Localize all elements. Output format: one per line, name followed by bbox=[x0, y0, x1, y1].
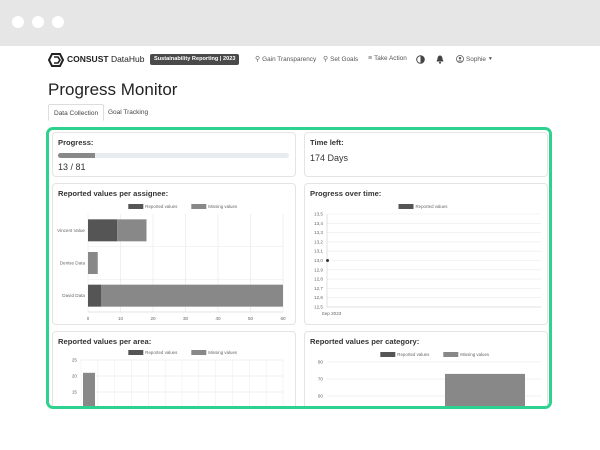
legend-swatch bbox=[128, 350, 144, 355]
y-tick-label: David Data bbox=[62, 293, 85, 298]
y-tick-label: 15 bbox=[72, 390, 78, 395]
list-icon: ≡ bbox=[368, 55, 373, 62]
y-tick-label: 12,9 bbox=[314, 267, 323, 272]
caret-down-icon: ▼ bbox=[487, 56, 493, 62]
x-tick-label: 60 bbox=[280, 316, 286, 321]
x-tick-label: 20 bbox=[150, 316, 156, 321]
legend-label: Reported values bbox=[145, 204, 178, 209]
browser-title-bar bbox=[0, 0, 600, 46]
legend-label: Reported values bbox=[416, 204, 449, 209]
bar-segment bbox=[117, 219, 147, 242]
legend-swatch bbox=[191, 350, 207, 355]
y-tick-label: 12,6 bbox=[314, 295, 323, 300]
trophy-icon: ⚲ bbox=[323, 56, 329, 63]
time-left-title: Time left: bbox=[310, 138, 344, 147]
x-tick-label: 10 bbox=[118, 316, 124, 321]
per-assignee-chart: Reported values Missing values 0 10 20 30 40 50… bbox=[57, 204, 286, 321]
y-tick-label: 25 bbox=[72, 358, 78, 363]
y-tick-label: 12,8 bbox=[314, 277, 323, 282]
x-tick-label: 0 bbox=[87, 316, 90, 321]
bell-icon[interactable] bbox=[436, 55, 444, 64]
y-tick-label: Vincent Value bbox=[57, 228, 85, 233]
brand-name[interactable]: CONSUST DataHub bbox=[67, 54, 145, 64]
time-left-card: Time left: 174 Days bbox=[304, 132, 548, 177]
y-tick-label: 13,3 bbox=[314, 230, 323, 235]
y-tick-label: 13,2 bbox=[314, 239, 323, 244]
consust-logo-icon[interactable] bbox=[48, 53, 64, 67]
y-tick-label: 13,1 bbox=[314, 249, 323, 254]
bar-segment bbox=[88, 219, 118, 242]
x-tick-label: Sep 2023 bbox=[322, 311, 342, 316]
legend-swatch bbox=[191, 204, 207, 209]
legend-swatch bbox=[380, 352, 396, 357]
over-time-card: Progress over time: Reported values 13,5 1… bbox=[304, 183, 548, 325]
progress-bar-fill bbox=[58, 153, 95, 158]
legend-label: Missing values bbox=[460, 352, 490, 357]
x-tick-label: 40 bbox=[215, 316, 221, 321]
y-tick-label: 12,5 bbox=[314, 305, 323, 310]
reporting-badge[interactable]: Sustainability Reporting | 2023 bbox=[150, 54, 240, 65]
per-area-card: Reported values per area: Reported value… bbox=[52, 331, 296, 406]
nav-take-action[interactable]: ≡ Take Action bbox=[368, 55, 407, 62]
per-assignee-card: Reported values per assignee: Reported v… bbox=[52, 183, 296, 325]
brand-main: CONSUST bbox=[67, 54, 109, 64]
nav-label: Gain Transparency bbox=[262, 55, 317, 63]
nav-set-goals[interactable]: ⚲ Set Goals bbox=[323, 55, 359, 64]
user-name: Sophie bbox=[466, 55, 486, 63]
bar-segment bbox=[445, 373, 525, 406]
page-title: Progress Monitor bbox=[48, 80, 178, 99]
brand-suffix: DataHub bbox=[110, 54, 145, 64]
tab-data-collection[interactable]: Data Collection bbox=[48, 104, 105, 121]
bar-segment bbox=[101, 284, 283, 307]
y-tick-label: 13,4 bbox=[314, 221, 323, 226]
bar-segment bbox=[83, 372, 95, 406]
legend-label: Reported values bbox=[145, 350, 178, 355]
y-tick-label: 13,5 bbox=[314, 212, 323, 217]
x-tick-label: 50 bbox=[248, 316, 254, 321]
legend-swatch bbox=[443, 352, 459, 357]
y-tick-label: 80 bbox=[318, 360, 324, 365]
y-tick-label: 13,0 bbox=[314, 258, 323, 263]
window-minimize-dot[interactable] bbox=[32, 16, 44, 28]
window-maximize-dot[interactable] bbox=[52, 16, 64, 28]
x-tick-label: 30 bbox=[183, 316, 189, 321]
legend-label: Missing values bbox=[208, 204, 238, 209]
legend-swatch bbox=[128, 204, 144, 209]
nav-label: Set Goals bbox=[330, 55, 359, 63]
user-icon bbox=[456, 55, 464, 63]
theme-toggle-icon[interactable] bbox=[416, 55, 425, 64]
time-left-value: 174 Days bbox=[310, 153, 349, 163]
data-point bbox=[326, 259, 329, 262]
progress-card: Progress: 13 / 81 bbox=[52, 132, 296, 177]
bar-segment bbox=[88, 252, 98, 274]
per-category-card: Reported values per category: Reported v… bbox=[304, 331, 548, 406]
bar-segment bbox=[88, 284, 101, 307]
progress-value: 13 / 81 bbox=[58, 162, 86, 172]
per-category-chart: Reported valuesMissing values80706050 bbox=[318, 352, 541, 406]
search-icon: ⚲ bbox=[255, 56, 261, 63]
y-tick-label: 20 bbox=[72, 374, 78, 379]
top-navbar: CONSUST DataHub Sustainability Reporting… bbox=[48, 52, 553, 68]
y-tick-label: 70 bbox=[318, 377, 324, 382]
y-tick-label: Denise Data bbox=[60, 261, 86, 266]
legend-swatch bbox=[398, 204, 414, 209]
y-tick-label: 12,7 bbox=[314, 286, 323, 291]
nav-gain-transparency[interactable]: ⚲ Gain Transparency bbox=[255, 55, 317, 64]
y-tick-label: 60 bbox=[318, 394, 324, 399]
user-menu[interactable]: Sophie ▼ bbox=[456, 55, 493, 63]
per-area-chart: Reported values Missing values 25 20 15 bbox=[72, 350, 284, 406]
progress-title: Progress: bbox=[58, 138, 94, 147]
legend-label: Missing values bbox=[208, 350, 238, 355]
progress-bar bbox=[58, 153, 289, 158]
over-time-chart: Reported values 13,5 13,4 13,3 13,2 13,1 13,0 1… bbox=[314, 204, 541, 316]
tab-goal-tracking[interactable]: Goal Tracking bbox=[103, 104, 153, 121]
window-close-dot[interactable] bbox=[12, 16, 24, 28]
nav-label: Take Action bbox=[374, 55, 407, 62]
dashboard-highlight-frame: Progress: 13 / 81 Time left: 174 Days Re… bbox=[46, 127, 552, 409]
legend-label: Reported values bbox=[397, 352, 430, 357]
